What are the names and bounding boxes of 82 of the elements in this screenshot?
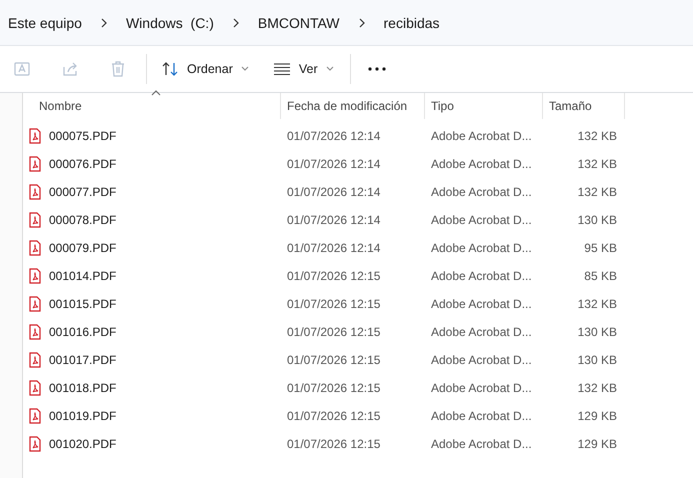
pdf-file-icon — [29, 324, 41, 340]
date-cell-text: 01/07/2026 12:14 — [286, 185, 382, 199]
type-cell-text: Adobe Acrobat D... — [430, 381, 533, 395]
view-button[interactable]: Ver — [264, 53, 342, 85]
date-cell-text: 01/07/2026 12:15 — [286, 325, 382, 339]
column-header[interactable]: Tamaño — [543, 93, 625, 119]
date-cell-text: 01/07/2026 12:15 — [286, 269, 382, 283]
sort-icon — [161, 60, 179, 78]
date-cell-text: 01/07/2026 12:14 — [286, 213, 382, 227]
date-cell-text: 01/07/2026 12:14 — [286, 241, 382, 255]
file-name[interactable]: 000079.PDF — [49, 241, 116, 255]
breadcrumb-item[interactable]: BMCONTAW — [258, 14, 346, 30]
type-cell-text: Adobe Acrobat D... — [430, 325, 533, 339]
caret-icon — [326, 66, 334, 72]
column-header[interactable]: Tipo — [425, 93, 543, 119]
date-cell-text: 01/07/2026 12:14 — [286, 157, 382, 171]
column-header[interactable]: Nombre — [23, 93, 281, 119]
sort-button[interactable]: Ordenar — [153, 53, 257, 85]
type-cell-text: Adobe Acrobat D... — [430, 409, 533, 423]
type-cell-text: Adobe Acrobat D... — [430, 269, 533, 283]
file-name[interactable]: 001016.PDF — [49, 325, 116, 339]
file-name[interactable]: 000078.PDF — [49, 213, 116, 227]
chevron-right-icon — [232, 16, 240, 28]
file-name[interactable]: 000075.PDF — [49, 129, 116, 143]
date-cell-text: 01/07/2026 12:15 — [286, 381, 382, 395]
date-cell-text: 01/07/2026 12:15 — [286, 409, 382, 423]
type-cell-text: Adobe Acrobat D... — [430, 129, 533, 143]
pdf-file-icon — [29, 268, 41, 284]
size-cell-text: 132 KB — [576, 381, 618, 395]
type-cell-text: Adobe Acrobat D... — [430, 353, 533, 367]
chevron-right-icon — [358, 16, 366, 28]
pdf-file-icon — [29, 296, 41, 312]
size-cell-text: 130 KB — [576, 213, 618, 227]
caret-icon — [240, 66, 249, 72]
size-cell-text: 85 KB — [583, 269, 618, 283]
column-header[interactable]: Fecha de modificación — [281, 93, 425, 119]
file-name[interactable]: 001018.PDF — [49, 381, 116, 395]
chevron-right-icon — [100, 16, 108, 28]
breadcrumb-item[interactable]: recibidas — [384, 14, 446, 30]
sort-up-icon — [151, 90, 161, 96]
type-cell-text: Adobe Acrobat D... — [430, 297, 533, 311]
date-cell-text: 01/07/2026 12:15 — [286, 437, 382, 451]
size-cell-text: 130 KB — [576, 353, 618, 367]
pdf-file-icon — [29, 128, 41, 144]
pdf-file-icon — [29, 436, 41, 452]
file-name[interactable]: 001015.PDF — [49, 297, 116, 311]
size-cell-text: 132 KB — [576, 185, 618, 199]
date-cell-text: 01/07/2026 12:15 — [286, 353, 382, 367]
pdf-file-icon — [29, 156, 41, 172]
file-name[interactable]: 000077.PDF — [49, 185, 116, 199]
file-name[interactable]: 001017.PDF — [49, 353, 116, 367]
share-icon — [61, 60, 79, 78]
lines-icon — [272, 62, 291, 76]
trash-icon — [109, 60, 127, 78]
file-name[interactable]: 001014.PDF — [49, 269, 116, 283]
type-cell-text: Adobe Acrobat D... — [430, 241, 533, 255]
size-cell-text: 132 KB — [576, 157, 618, 171]
rename-icon — [13, 60, 31, 78]
size-cell-text: 129 KB — [576, 409, 618, 423]
type-cell-text: Adobe Acrobat D... — [430, 157, 533, 171]
pdf-file-icon — [29, 380, 41, 396]
size-cell-text: 130 KB — [576, 325, 618, 339]
pdf-file-icon — [29, 408, 41, 424]
size-cell-text: 129 KB — [576, 437, 618, 451]
date-cell-text: 01/07/2026 12:15 — [286, 297, 382, 311]
file-name[interactable]: 000076.PDF — [49, 157, 116, 171]
date-cell-text: 01/07/2026 12:14 — [286, 129, 382, 143]
pdf-file-icon — [29, 352, 41, 368]
breadcrumb-item[interactable]: Este equipo — [8, 14, 88, 30]
pdf-file-icon — [29, 240, 41, 256]
type-cell-text: Adobe Acrobat D... — [430, 437, 533, 451]
type-cell-text: Adobe Acrobat D... — [430, 213, 533, 227]
type-cell-text: Adobe Acrobat D... — [430, 185, 533, 199]
pdf-file-icon — [29, 212, 41, 228]
size-cell-text: 95 KB — [583, 241, 618, 255]
file-name[interactable]: 001019.PDF — [49, 409, 116, 423]
file-name[interactable]: 001020.PDF — [49, 437, 116, 451]
pdf-file-icon — [29, 184, 41, 200]
size-cell-text: 132 KB — [576, 129, 618, 143]
breadcrumb-item[interactable]: Windows (C:) — [126, 14, 220, 30]
more-icon — [368, 67, 386, 71]
size-cell-text: 132 KB — [576, 297, 618, 311]
